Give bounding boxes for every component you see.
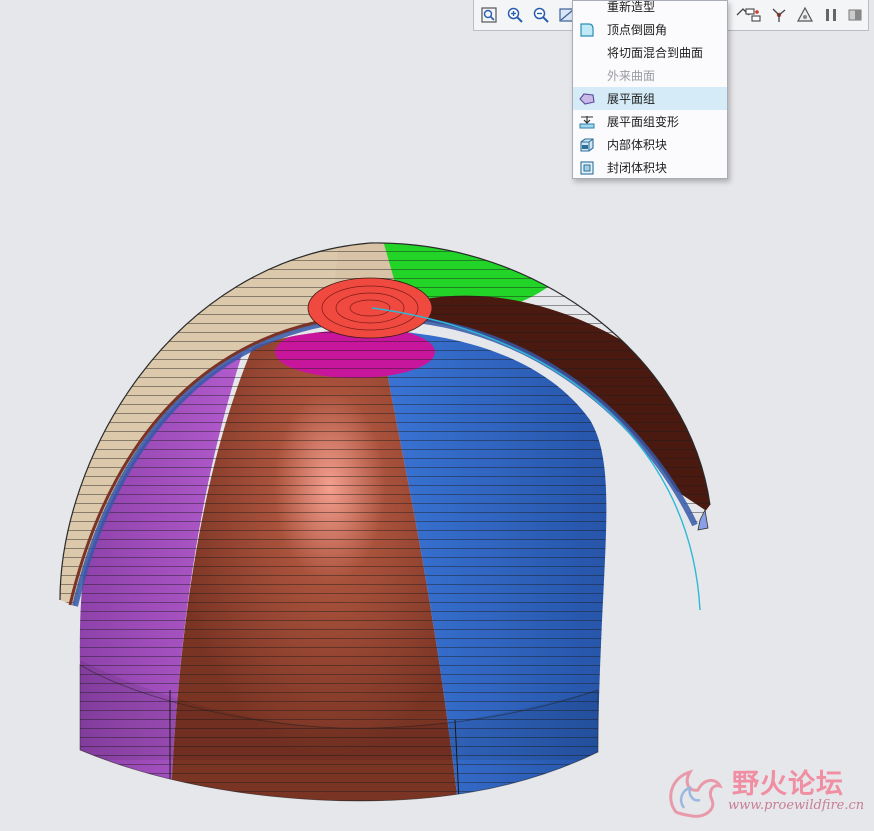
refit-icon[interactable] (478, 4, 500, 26)
blank-icon (573, 0, 601, 18)
closed-volume-icon (573, 156, 601, 179)
watermark-url: www.proewildfire.cn (728, 798, 865, 813)
menu-item-closed-volume[interactable]: 封闭体积块 (573, 156, 727, 179)
menu-item-blend-to-surface[interactable]: 将切面混合到曲面 (573, 41, 727, 64)
blank-icon (573, 64, 601, 87)
dome-model (59, 242, 711, 802)
forum-watermark: 野火论坛 www.proewildfire.cn (662, 760, 866, 820)
pause-icon[interactable] (820, 4, 842, 26)
menu-item-remodel[interactable]: 重新造型 (573, 0, 727, 18)
menu-item-label: 展平面组变形 (607, 115, 680, 129)
flatten-deform-icon (573, 110, 601, 133)
plane-icon[interactable] (844, 4, 866, 26)
menu-item-label: 外来曲面 (607, 69, 656, 83)
menu-item-inner-volume[interactable]: 内部体积块 (573, 133, 727, 156)
flame-logo-icon (669, 769, 723, 818)
annotation-icon[interactable] (794, 4, 816, 26)
zoom-in-icon[interactable] (504, 4, 526, 26)
spin-center-icon[interactable] (768, 4, 790, 26)
menu-item-label: 展平面组 (607, 92, 656, 106)
model-viewport[interactable] (0, 0, 874, 827)
vertex-round-icon (573, 18, 601, 41)
menu-item-label: 封闭体积块 (607, 161, 668, 175)
menu-item-label: 内部体积块 (607, 138, 668, 152)
watermark-title: 野火论坛 (732, 769, 844, 800)
datum-axis-icon[interactable] (742, 4, 764, 26)
flatten-quilt-icon (573, 87, 601, 110)
blank-icon (573, 41, 601, 64)
menu-item-flatten-quilt[interactable]: 展平面组 (573, 87, 727, 110)
menu-item-vertex-round[interactable]: 顶点倒圆角 (573, 18, 727, 41)
menu-item-foreign-surface: 外来曲面 (573, 64, 727, 87)
zoom-out-icon[interactable] (530, 4, 552, 26)
context-menu: 重新造型 顶点倒圆角 将切面混合到曲面 外来曲面 展平面组 展平面组变形 内部体… (572, 0, 728, 179)
menu-item-label: 重新造型 (607, 0, 656, 14)
menu-item-flatten-deform[interactable]: 展平面组变形 (573, 110, 727, 133)
menu-item-label: 将切面混合到曲面 (607, 46, 704, 60)
menu-item-label: 顶点倒圆角 (607, 23, 668, 37)
inner-volume-icon (573, 133, 601, 156)
